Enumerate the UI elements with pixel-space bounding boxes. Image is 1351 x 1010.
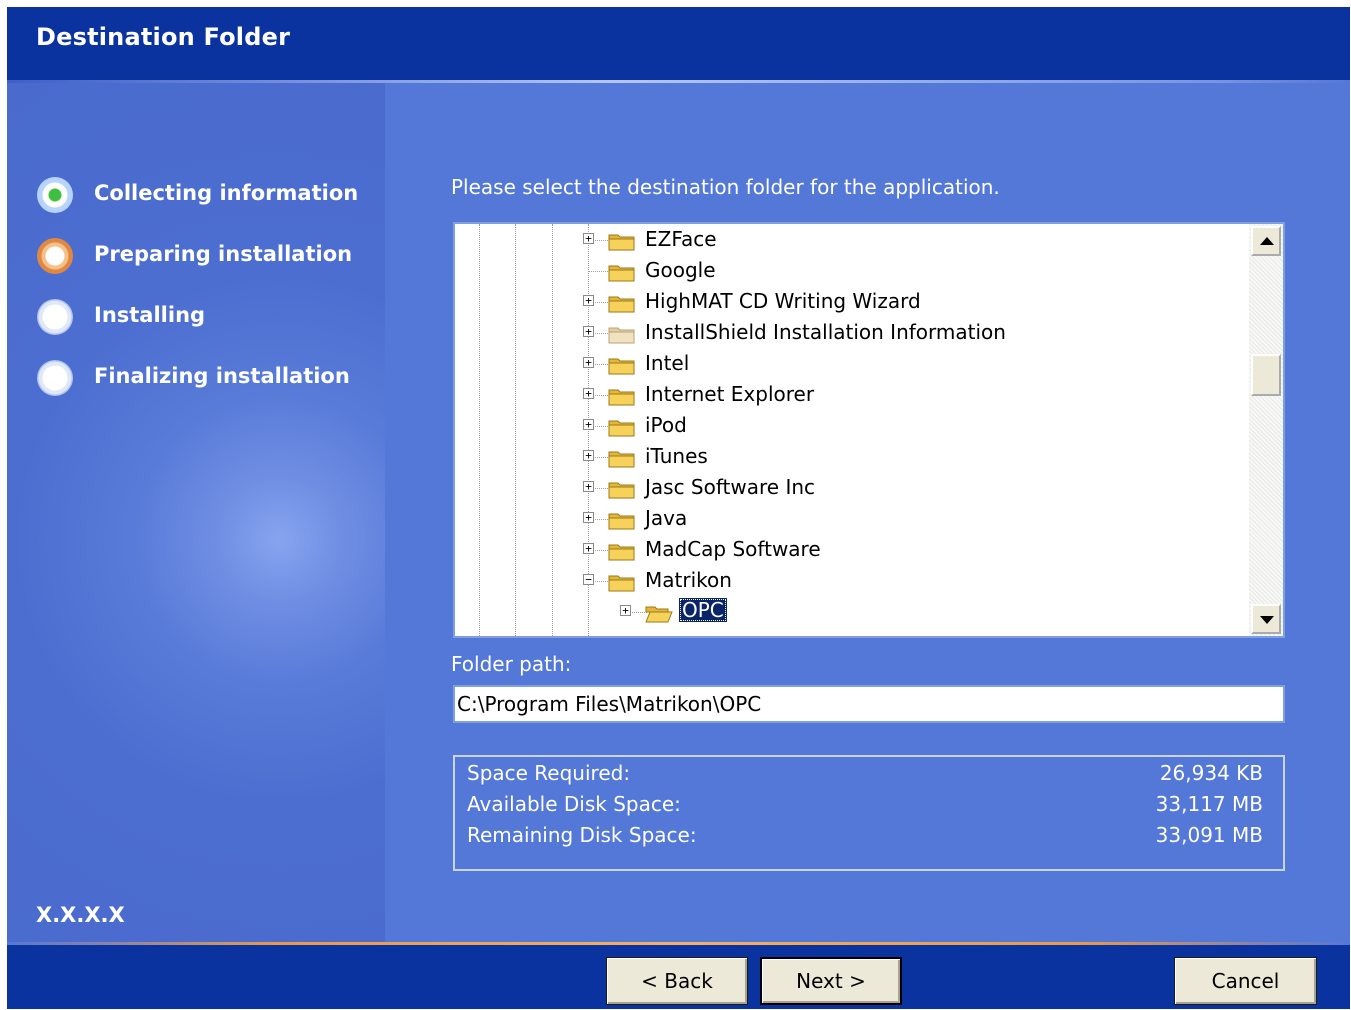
scroll-up-button[interactable] (1251, 226, 1281, 256)
tree-item-label: Jasc Software Inc (645, 475, 816, 499)
expand-icon[interactable]: + (583, 450, 594, 461)
step-next-indicator-icon (37, 238, 73, 274)
folder-icon (608, 449, 636, 469)
expand-icon[interactable]: + (583, 357, 594, 368)
space-required-row: Space Required: 26,934 KB (467, 761, 1263, 792)
expand-icon[interactable]: + (583, 419, 594, 430)
available-space-value: 33,117 MB (1155, 792, 1263, 816)
tree-item-label: EZFace (645, 227, 717, 251)
tree-item-label: Google (645, 258, 716, 282)
step-pending-indicator-icon (37, 299, 73, 335)
arrow-up-icon (1260, 237, 1274, 245)
space-required-value: 26,934 KB (1159, 761, 1263, 785)
folder-path-input[interactable] (453, 685, 1285, 723)
tree-item-label: iPod (645, 413, 687, 437)
tree-item[interactable]: + Jasc Software Inc (455, 473, 1249, 504)
step-label: Installing (94, 303, 206, 327)
expand-icon[interactable]: + (583, 512, 594, 523)
tree-item[interactable]: + Intel (455, 349, 1249, 380)
collapse-icon[interactable]: − (583, 574, 594, 585)
tree-item[interactable]: + iPod (455, 411, 1249, 442)
folder-icon (608, 263, 636, 283)
expand-icon[interactable]: + (620, 605, 631, 616)
folder-tree[interactable]: + EZFace Google + HighMAT CD Writing Wizard +… (453, 222, 1285, 638)
tree-item-label: InstallShield Installation Information (645, 320, 1006, 344)
header-bar: Destination Folder (7, 7, 1350, 80)
tree-item[interactable]: + HighMAT CD Writing Wizard (455, 287, 1249, 318)
tree-scrollbar[interactable] (1249, 224, 1283, 636)
tree-item-label: Java (645, 506, 688, 530)
folder-icon (608, 387, 636, 407)
destination-prompt: Please select the destination folder for… (451, 175, 1000, 199)
expand-icon[interactable]: + (583, 295, 594, 306)
scroll-down-button[interactable] (1251, 604, 1281, 634)
folder-icon (608, 573, 636, 593)
available-space-row: Available Disk Space: 33,117 MB (467, 792, 1263, 823)
tree-item-label: HighMAT CD Writing Wizard (645, 289, 921, 313)
folder-icon (608, 356, 636, 376)
expand-icon[interactable]: + (583, 388, 594, 399)
folder-icon (608, 418, 636, 438)
cancel-button[interactable]: Cancel (1174, 957, 1317, 1005)
tree-item[interactable]: − Matrikon (455, 566, 1249, 597)
version-label: X.X.X.X (36, 903, 125, 927)
installer-window: Destination Folder Collecting informatio… (7, 7, 1350, 1009)
folder-icon (645, 604, 673, 624)
step-active-indicator-icon (37, 177, 73, 213)
folder-icon (608, 511, 636, 531)
folder-icon (608, 480, 636, 500)
tree-item-label: Intel (645, 351, 690, 375)
tree-item[interactable]: + EZFace (455, 225, 1249, 256)
expand-icon[interactable]: + (583, 481, 594, 492)
tree-item-label: Matrikon (645, 568, 732, 592)
available-space-label: Available Disk Space: (467, 792, 681, 816)
space-required-label: Space Required: (467, 761, 631, 785)
folder-icon (608, 542, 636, 562)
step-label: Finalizing installation (94, 364, 350, 388)
remaining-space-value: 33,091 MB (1155, 823, 1263, 847)
next-button[interactable]: Next > (760, 957, 902, 1005)
tree-item-label: MadCap Software (645, 537, 821, 561)
tree-item[interactable]: + MadCap Software (455, 535, 1249, 566)
expand-icon[interactable]: + (583, 543, 594, 554)
folder-icon (608, 294, 636, 314)
tree-item[interactable]: + Internet Explorer (455, 380, 1249, 411)
folder-icon (608, 325, 636, 345)
scroll-thumb[interactable] (1251, 354, 1281, 396)
back-button[interactable]: < Back (606, 957, 748, 1005)
tree-item-label: Internet Explorer (645, 382, 815, 406)
step-label: Collecting information (94, 181, 359, 205)
remaining-space-row: Remaining Disk Space: 33,091 MB (467, 823, 1263, 854)
tree-item[interactable]: + iTunes (455, 442, 1249, 473)
expand-icon[interactable]: + (583, 233, 594, 244)
folder-tree-list: + EZFace Google + HighMAT CD Writing Wizard +… (455, 224, 1249, 636)
tree-item-label: iTunes (645, 444, 708, 468)
tree-item[interactable]: + Java (455, 504, 1249, 535)
folder-path-label: Folder path: (451, 652, 572, 676)
disk-space-box: Space Required: 26,934 KB Available Disk… (453, 755, 1285, 871)
remaining-space-label: Remaining Disk Space: (467, 823, 697, 847)
tree-item[interactable]: + OPC (455, 597, 1249, 628)
tree-item[interactable]: Google (455, 256, 1249, 287)
step-label: Preparing installation (94, 242, 353, 266)
arrow-down-icon (1260, 616, 1274, 624)
tree-connector (588, 271, 610, 272)
steps-panel: Collecting information Preparing install… (7, 83, 385, 945)
folder-icon (608, 232, 636, 252)
step-pending-indicator-icon (37, 360, 73, 396)
page-title: Destination Folder (36, 23, 291, 51)
expand-icon[interactable]: + (583, 326, 594, 337)
tree-item[interactable]: + InstallShield Installation Information (455, 318, 1249, 349)
tree-item-label: OPC (679, 598, 727, 622)
